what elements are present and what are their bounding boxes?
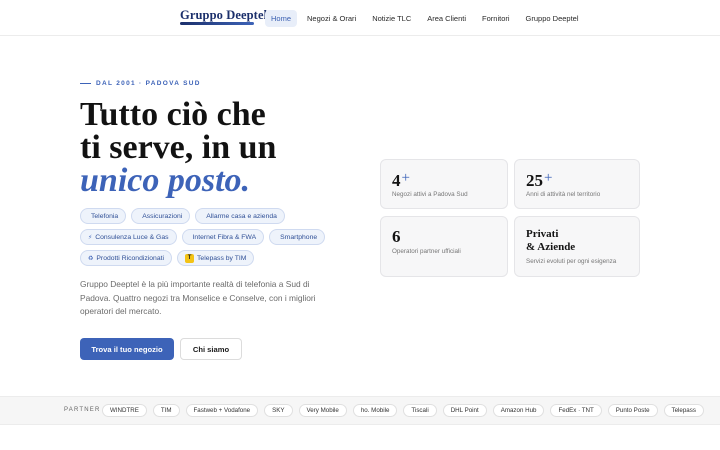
partner-pill[interactable]: FedEx · TNT	[550, 404, 602, 417]
service-chips: Telefonia Assicurazioni Allarme casa e a…	[80, 208, 340, 271]
find-store-button[interactable]: Trova il tuo negozio	[80, 338, 174, 360]
stat-title-line-1: Privati	[526, 228, 559, 240]
chip-label: Telepass by TIM	[197, 254, 247, 262]
partner-pill[interactable]: Punto Poste	[607, 404, 658, 417]
hero-eyebrow: DAL 2001 · PADOVA SUD	[80, 80, 201, 87]
chip-label: Consulenza Luce & Gas	[95, 233, 169, 241]
chip-telefonia[interactable]: Telefonia	[80, 208, 127, 224]
main-nav: Home Negozi & Orari Notizie TLC Area Cli…	[265, 10, 585, 27]
chip-telepass[interactable]: T Telepass by TIM	[177, 250, 255, 266]
partner-list: WINDTRE TIM Fastweb + Vodafone SKY Very …	[102, 404, 704, 417]
nav-item-group[interactable]: Gruppo Deeptel	[520, 10, 585, 27]
recycle-icon: ♻	[88, 255, 94, 262]
stat-label: Anni di attività nel territorio	[526, 191, 601, 198]
stat-title: Privati & Aziende	[526, 228, 575, 254]
stat-card-segments: Privati & Aziende Servizi evoluti per og…	[514, 216, 640, 277]
partner-pill[interactable]: TIM	[152, 404, 180, 417]
headline-line-1: Tutto ciò che	[80, 96, 266, 133]
stat-card-stores: 4+ Negozi attivi a Padova Sud	[380, 159, 508, 209]
stat-number: 25	[526, 171, 543, 190]
stat-number: 6	[392, 227, 401, 246]
chip-assicurazioni[interactable]: Assicurazioni	[131, 208, 191, 224]
stat-number: 4	[392, 171, 401, 190]
stat-plus: +	[401, 170, 410, 186]
headline-line-2: ti serve, in un	[80, 129, 277, 166]
stat-label: Operatori partner ufficiali	[392, 248, 461, 255]
nav-item-news[interactable]: Notizie TLC	[366, 10, 417, 27]
telepass-badge-icon: T	[185, 253, 195, 263]
brand-logo[interactable]: Gruppo Deeptel	[180, 8, 267, 23]
eyebrow-text: DAL 2001 · PADOVA SUD	[96, 80, 201, 87]
partner-pill[interactable]: Very Mobile	[298, 404, 347, 417]
partner-pill[interactable]: SKY	[264, 404, 293, 417]
chip-ricondizionati[interactable]: ♻ Prodotti Ricondizionati	[80, 250, 173, 266]
partner-strip: PARTNER WINDTRE TIM Fastweb + Vodafone S…	[0, 396, 720, 425]
stat-label: Servizi evoluti per ogni esigenza	[526, 258, 617, 265]
chip-label: Telefonia	[91, 212, 119, 220]
partner-pill[interactable]: DHL Point	[442, 404, 487, 417]
nav-item-suppliers[interactable]: Fornitori	[476, 10, 516, 27]
headline-line-3: unico posto.	[80, 162, 251, 199]
chip-label: Assicurazioni	[142, 212, 183, 220]
chip-label: Prodotti Ricondizionati	[96, 254, 165, 262]
partner-pill[interactable]: ho. Mobile	[352, 404, 398, 417]
nav-item-client-area[interactable]: Area Clienti	[421, 10, 472, 27]
chip-allarme[interactable]: Allarme casa e azienda	[195, 208, 285, 224]
partner-pill[interactable]: WINDTRE	[102, 404, 147, 417]
nav-item-home[interactable]: Home	[265, 10, 298, 27]
chip-internet[interactable]: Internet Fibra & FWA	[181, 229, 265, 245]
chip-luce-gas[interactable]: ⚡ Consulenza Luce & Gas	[80, 229, 177, 245]
eyebrow-line	[80, 83, 91, 84]
stat-card-operators: 6 Operatori partner ufficiali	[380, 216, 508, 277]
site-header: Gruppo Deeptel Home Negozi & Orari Notiz…	[0, 0, 720, 36]
nav-item-stores[interactable]: Negozi & Orari	[301, 10, 362, 27]
hero-intro: Gruppo Deeptel è la più importante realt…	[80, 279, 316, 316]
chip-label: Internet Fibra & FWA	[192, 233, 257, 241]
stat-title-line-2: & Aziende	[526, 241, 576, 253]
chip-label: Allarme casa e azienda	[206, 212, 277, 220]
stat-label: Negozi attivi a Padova Sud	[392, 191, 468, 198]
partner-pill[interactable]: Tiscali	[403, 404, 437, 417]
hero-headline: Tutto ciò che ti serve, in un unico post…	[80, 96, 277, 199]
stat-value: 4+	[392, 170, 410, 191]
stat-card-years: 25+ Anni di attività nel territorio	[514, 159, 640, 209]
stat-plus: +	[544, 170, 553, 186]
partner-pill[interactable]: Fastweb + Vodafone	[185, 404, 259, 417]
stat-value: 25+	[526, 170, 553, 191]
stat-value: 6	[392, 227, 401, 247]
chip-label: Smartphone	[280, 233, 318, 241]
bolt-icon: ⚡	[88, 234, 93, 241]
about-us-button[interactable]: Chi siamo	[180, 338, 242, 360]
partner-pill[interactable]: Amazon Hub	[492, 404, 545, 417]
partner-pill[interactable]: Telepass	[663, 404, 704, 417]
partners-label: PARTNER	[64, 407, 101, 413]
logo-underline	[180, 22, 254, 25]
chip-smartphone[interactable]: Smartphone	[269, 229, 326, 245]
